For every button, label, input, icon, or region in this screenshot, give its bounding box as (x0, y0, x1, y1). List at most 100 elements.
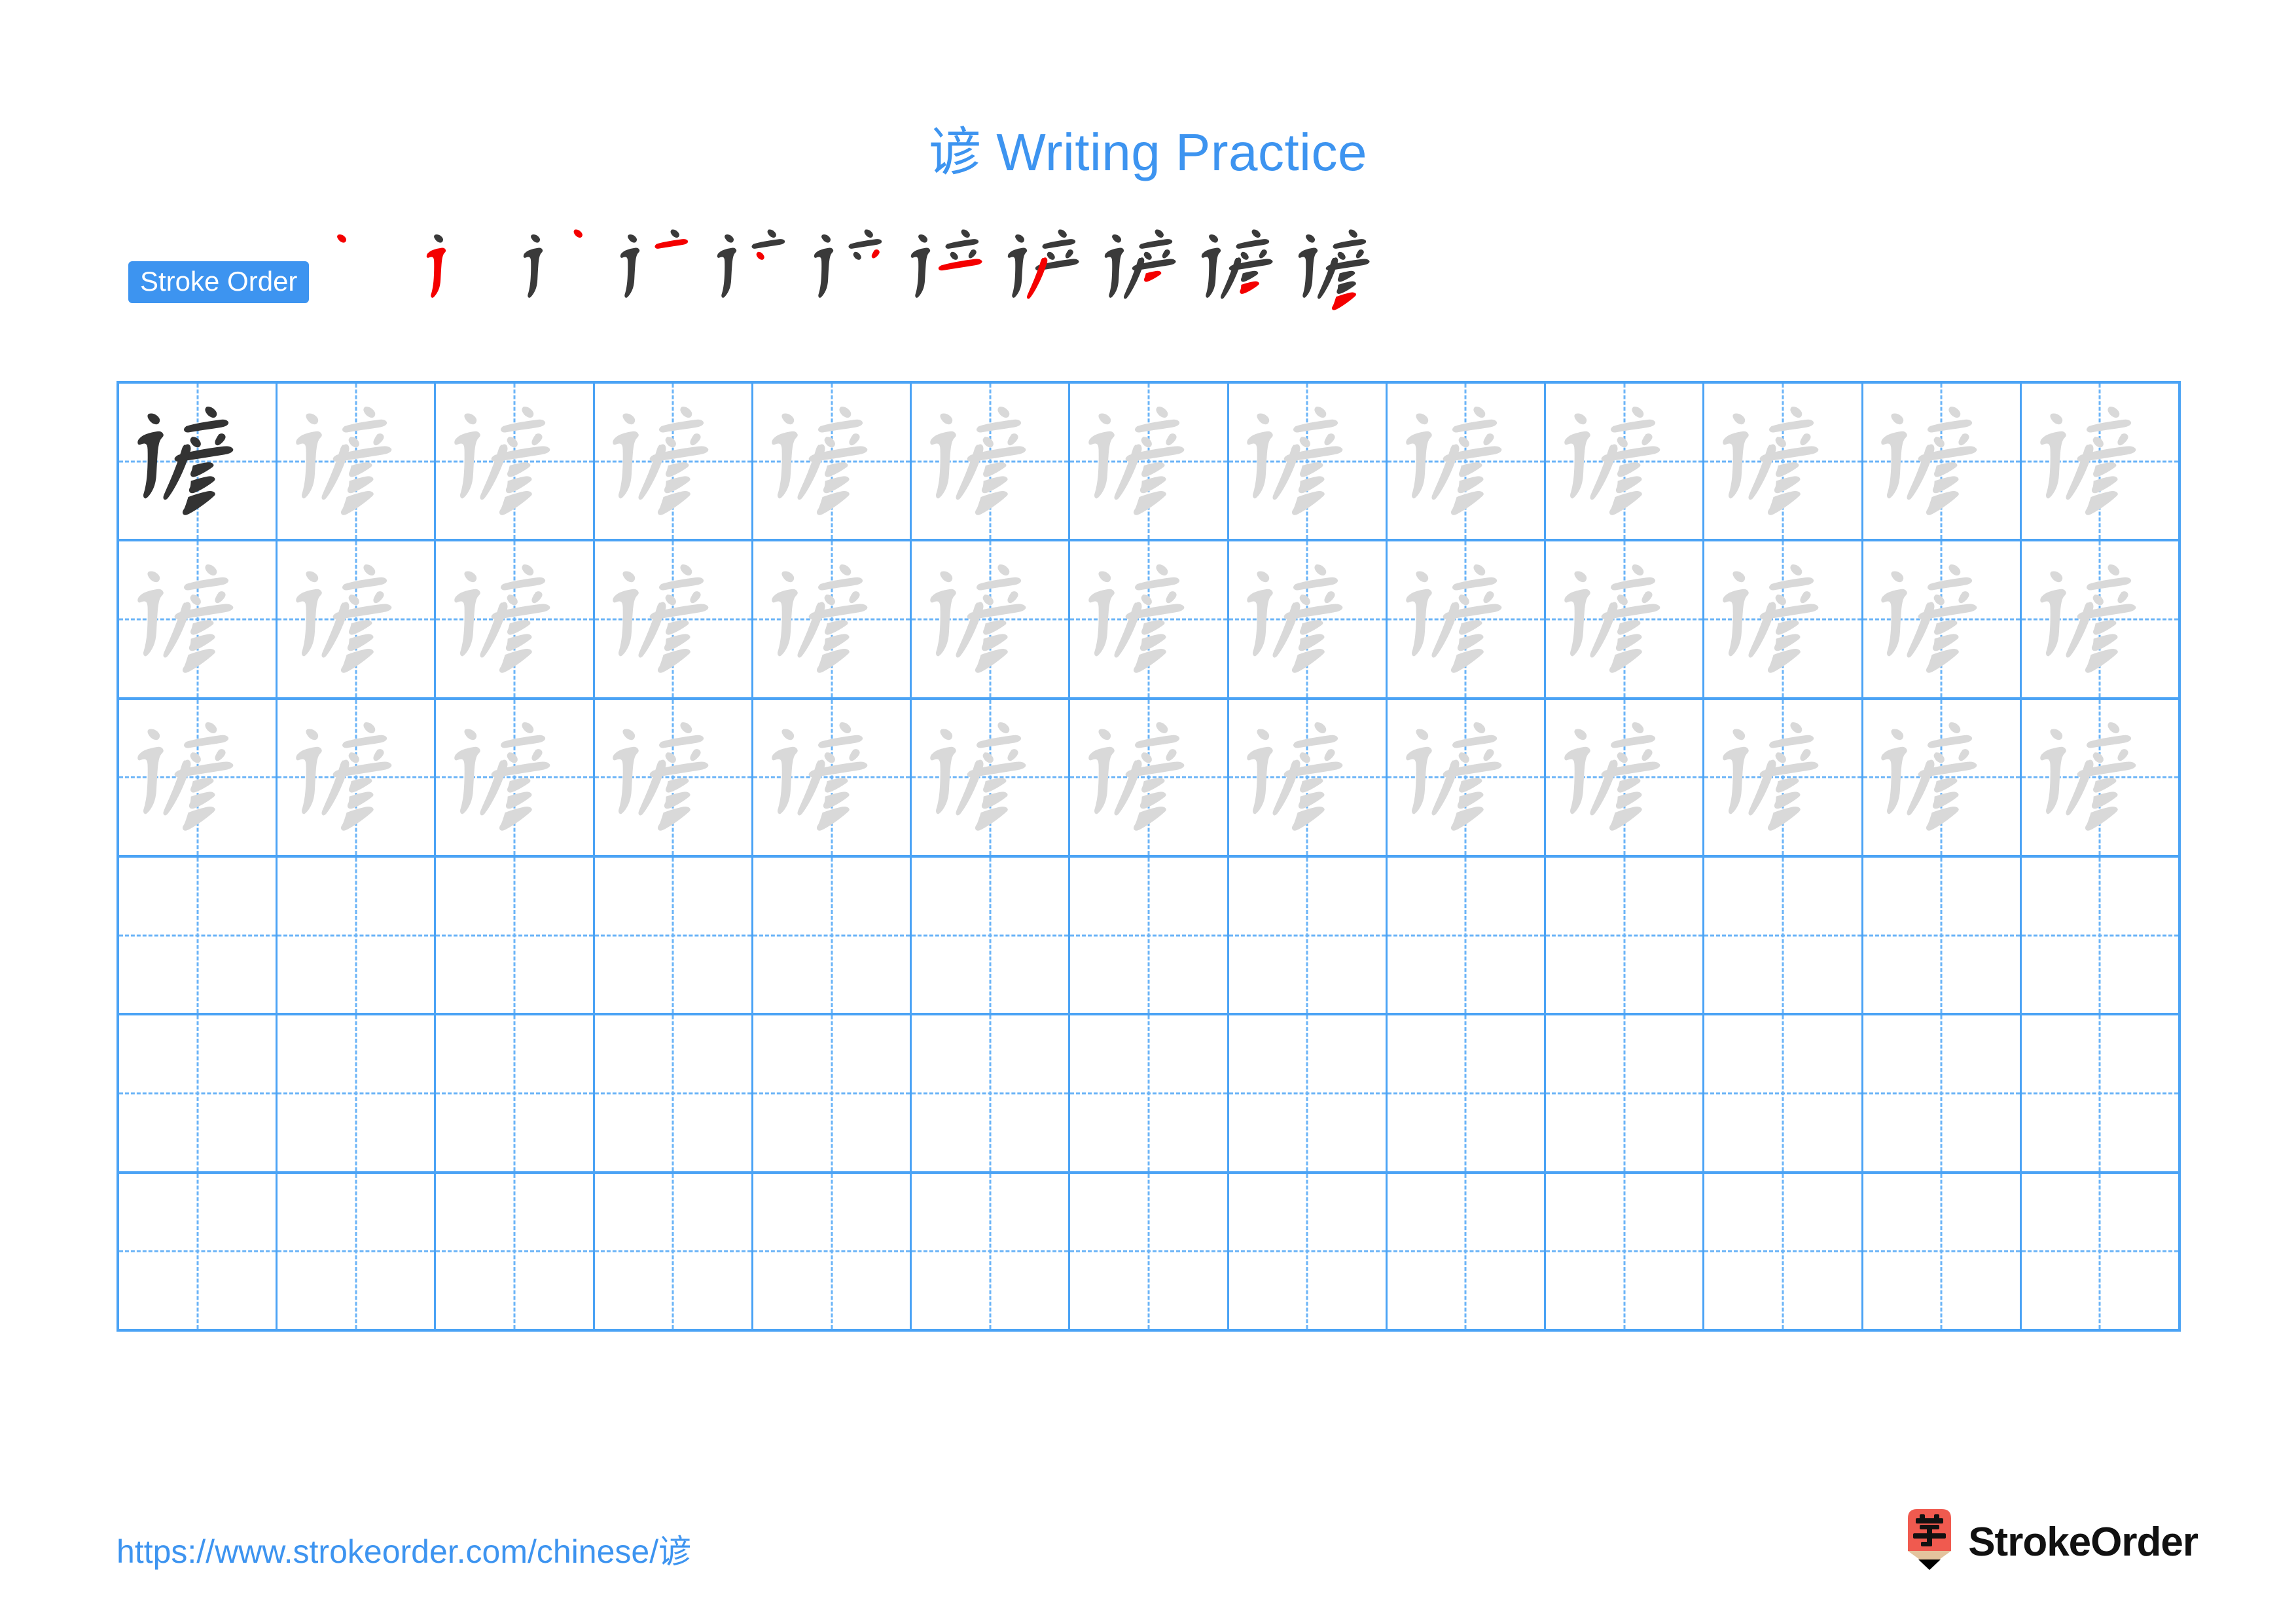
practice-grid-cell[interactable] (1229, 699, 1388, 855)
practice-grid-cell[interactable] (2022, 541, 2178, 697)
practice-grid-cell[interactable] (753, 384, 912, 539)
practice-grid-cell[interactable] (1863, 857, 2022, 1013)
practice-grid-cell[interactable] (1070, 541, 1229, 697)
stroke-previous (1209, 234, 1219, 243)
character-glyph (771, 722, 868, 831)
practice-grid-cell[interactable] (436, 1173, 595, 1329)
character-glyph (1881, 564, 1977, 673)
practice-grid-cell[interactable] (912, 699, 1071, 855)
practice-grid-cell[interactable] (119, 384, 278, 539)
practice-grid-cell[interactable] (2022, 700, 2178, 855)
tracing-character (1229, 384, 1386, 539)
practice-grid-cell[interactable] (1229, 541, 1388, 697)
practice-grid-cell[interactable] (1070, 1173, 1229, 1329)
practice-grid-cell[interactable] (1704, 384, 1863, 539)
practice-grid-cell[interactable] (753, 857, 912, 1013)
practice-grid-cell[interactable] (912, 1015, 1071, 1171)
practice-grid-cell[interactable] (119, 1015, 278, 1171)
character-glyph (1247, 722, 1343, 831)
practice-grid-cell[interactable] (2022, 858, 2178, 1013)
practice-grid-cell[interactable] (912, 384, 1071, 539)
practice-grid-cell[interactable] (436, 1015, 595, 1171)
practice-grid-cell[interactable] (1863, 1173, 2022, 1329)
practice-grid-cell[interactable] (1546, 541, 1705, 697)
practice-grid-cell[interactable] (1388, 857, 1547, 1013)
practice-grid-cell[interactable] (595, 699, 753, 855)
practice-grid-cell[interactable] (436, 541, 595, 697)
practice-grid-cell[interactable] (1704, 1015, 1863, 1171)
practice-grid-cell[interactable] (595, 1015, 753, 1171)
practice-grid-cell[interactable] (1070, 699, 1229, 855)
practice-grid-cell[interactable] (1704, 699, 1863, 855)
practice-grid-cell[interactable] (595, 541, 753, 697)
practice-grid-cell[interactable] (278, 541, 437, 697)
practice-grid-cell[interactable] (1388, 541, 1547, 697)
practice-grid-cell[interactable] (1863, 699, 2022, 855)
stroke-previous (1241, 270, 1259, 282)
character-glyph (1564, 564, 1660, 673)
practice-grid-cell[interactable] (278, 857, 437, 1013)
practice-grid-cell[interactable] (1546, 857, 1705, 1013)
practice-grid-cell[interactable] (1546, 384, 1705, 539)
practice-grid-cell[interactable] (1863, 541, 2022, 697)
practice-grid-cell[interactable] (278, 384, 437, 539)
stroke-previous (1221, 257, 1242, 299)
character-glyph (771, 564, 868, 673)
practice-grid-cell[interactable] (912, 1173, 1071, 1329)
tracing-character (595, 541, 751, 697)
practice-grid-cell[interactable] (595, 857, 753, 1013)
stroke-previous (1338, 251, 1346, 260)
practice-grid-cell[interactable] (436, 384, 595, 539)
practice-grid-cell[interactable] (753, 699, 912, 855)
practice-grid-cell[interactable] (1546, 1173, 1705, 1329)
brand-logo[interactable]: StrokeOrder (1903, 1506, 2198, 1578)
practice-grid-cell[interactable] (1070, 857, 1229, 1013)
practice-grid-cell[interactable] (1388, 1173, 1547, 1329)
stroke-order-step (325, 232, 424, 332)
practice-grid-cell[interactable] (753, 541, 912, 697)
practice-grid-cell[interactable] (1229, 384, 1388, 539)
practice-grid-cell[interactable] (1704, 541, 1863, 697)
practice-grid-cell[interactable] (278, 1015, 437, 1171)
tracing-character (436, 700, 592, 855)
practice-grid-cell[interactable] (2022, 384, 2178, 539)
source-url-link[interactable]: https://www.strokeorder.com/chinese/谚 (117, 1525, 691, 1573)
practice-grid-cell[interactable] (119, 699, 278, 855)
practice-grid-cell[interactable] (278, 1173, 437, 1329)
practice-grid-cell[interactable] (436, 699, 595, 855)
practice-grid-cell[interactable] (1229, 857, 1388, 1013)
practice-grid-cell[interactable] (1388, 384, 1547, 539)
practice-grid-cell[interactable] (119, 857, 278, 1013)
practice-grid-cell[interactable] (1546, 699, 1705, 855)
practice-grid-cell[interactable] (1388, 1015, 1547, 1171)
practice-grid-cell[interactable] (1863, 1015, 2022, 1171)
practice-grid-cell[interactable] (595, 384, 753, 539)
practice-grid-cell[interactable] (1546, 1015, 1705, 1171)
practice-grid-cell[interactable] (2022, 1174, 2178, 1329)
practice-grid-cell[interactable] (1863, 384, 2022, 539)
practice-grid-cell[interactable] (1704, 1173, 1863, 1329)
practice-grid-cell[interactable] (595, 1173, 753, 1329)
practice-grid-cell[interactable] (912, 857, 1071, 1013)
practice-grid-cell[interactable] (1704, 857, 1863, 1013)
practice-grid-cell[interactable] (2022, 1015, 2178, 1171)
practice-grid-cell[interactable] (753, 1173, 912, 1329)
character-glyph (1405, 722, 1501, 831)
practice-grid-cell[interactable] (753, 1015, 912, 1171)
practice-grid-cell[interactable] (119, 1173, 278, 1329)
practice-grid-cell[interactable] (1229, 1173, 1388, 1329)
tracing-character (1863, 700, 2020, 855)
stroke-previous (1155, 229, 1164, 238)
practice-grid-cell[interactable] (1388, 699, 1547, 855)
stroke-previous (1124, 257, 1145, 299)
practice-grid-cell[interactable] (119, 541, 278, 697)
practice-grid-cell[interactable] (1070, 1015, 1229, 1171)
practice-grid-cell[interactable] (278, 699, 437, 855)
practice-grid-cell[interactable] (912, 541, 1071, 697)
stroke-new (1144, 270, 1162, 282)
stroke-step-glyph (717, 229, 785, 298)
tracing-character (753, 384, 910, 539)
practice-grid-cell[interactable] (1070, 384, 1229, 539)
practice-grid-cell[interactable] (436, 857, 595, 1013)
practice-grid-cell[interactable] (1229, 1015, 1388, 1171)
